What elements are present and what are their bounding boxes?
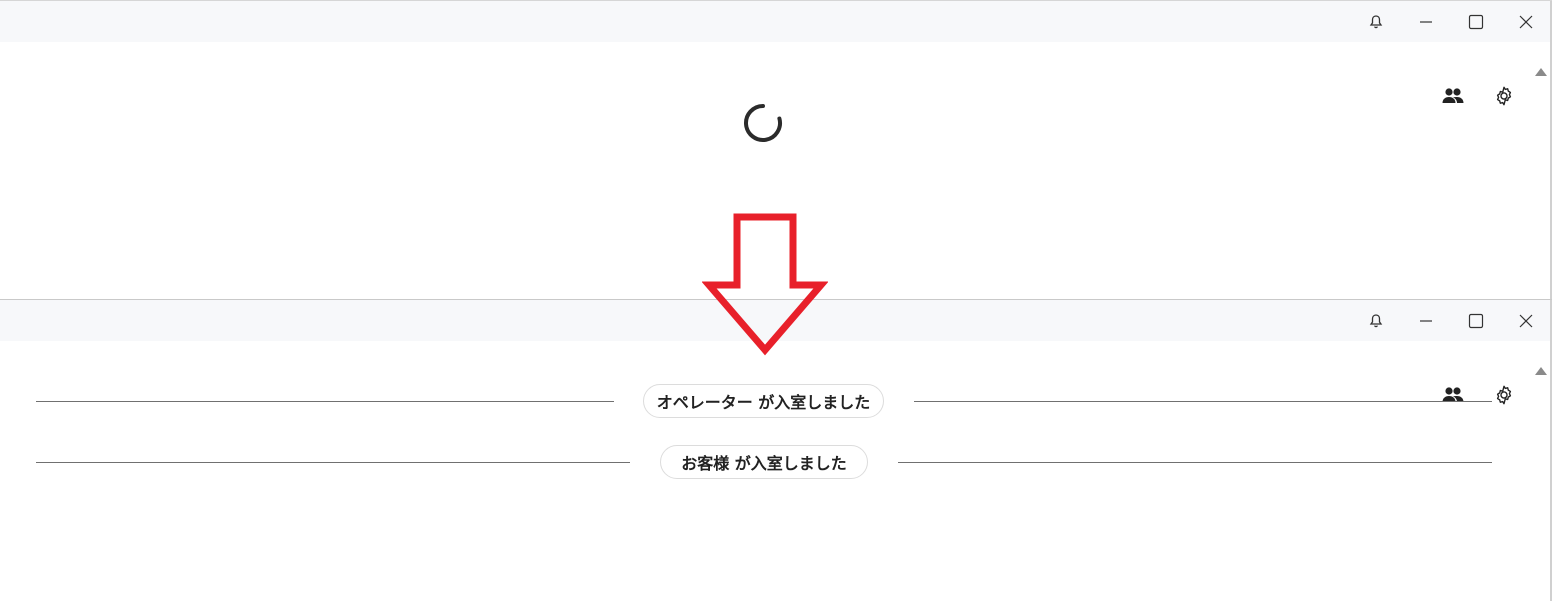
spinner-icon bbox=[744, 104, 782, 142]
system-message-pill: お客様 が入室しました bbox=[660, 445, 868, 479]
scroll-up-icon[interactable] bbox=[1535, 367, 1547, 375]
system-message-operator-joined: オペレーター が入室しました bbox=[0, 382, 1552, 422]
divider-line bbox=[898, 462, 1492, 463]
bell-icon[interactable] bbox=[1361, 306, 1391, 336]
bell-icon[interactable] bbox=[1361, 7, 1391, 37]
divider-line bbox=[36, 462, 630, 463]
scrollbar[interactable] bbox=[1532, 42, 1550, 301]
participants-icon[interactable] bbox=[1440, 83, 1466, 109]
scroll-up-icon[interactable] bbox=[1535, 68, 1547, 76]
divider-line bbox=[914, 401, 1492, 402]
divider-line bbox=[36, 401, 614, 402]
system-message-customer-joined: お客様 が入室しました bbox=[0, 443, 1552, 483]
scrollbar[interactable] bbox=[1532, 341, 1550, 601]
close-icon[interactable] bbox=[1511, 7, 1541, 37]
maximize-icon[interactable] bbox=[1461, 306, 1491, 336]
system-message-pill: オペレーター が入室しました bbox=[643, 384, 884, 418]
arrow-down-icon bbox=[702, 213, 828, 356]
title-bar bbox=[0, 1, 1552, 42]
close-icon[interactable] bbox=[1511, 306, 1541, 336]
minimize-icon[interactable] bbox=[1411, 306, 1441, 336]
minimize-icon[interactable] bbox=[1411, 7, 1441, 37]
gear-icon[interactable] bbox=[1491, 83, 1517, 109]
maximize-icon[interactable] bbox=[1461, 7, 1491, 37]
